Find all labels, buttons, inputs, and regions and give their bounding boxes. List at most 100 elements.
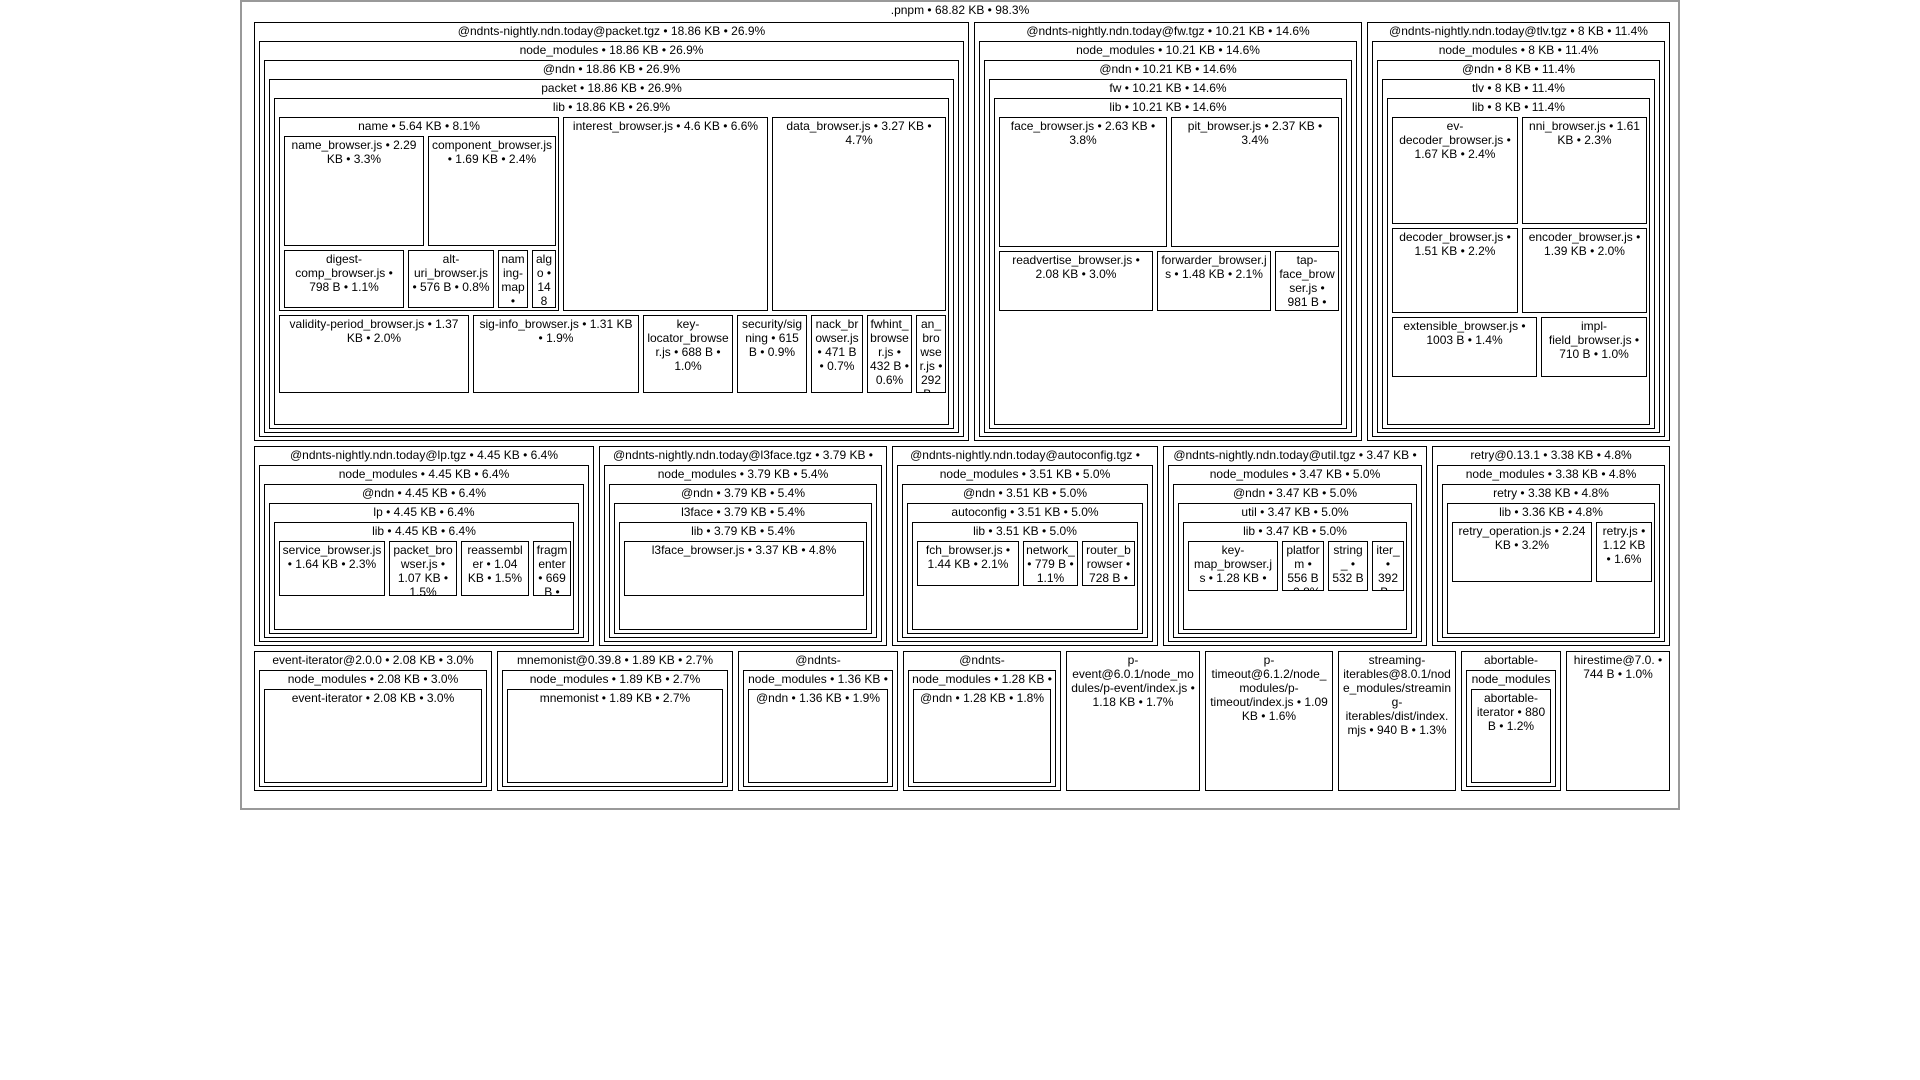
encoder-browser[interactable]: encoder_browser.js • 1.39 KB • 2.0% (1522, 228, 1647, 313)
autoconfig-tgz[interactable]: @ndnts-nightly.ndn.today@autoconfig.tgz … (892, 446, 1158, 646)
mnemonist[interactable]: mnemonist@0.39.8 • 1.89 KB • 2.7% node_m… (497, 651, 733, 791)
packet-tgz[interactable]: @ndnts-nightly.ndn.today@packet.tgz • 18… (254, 22, 969, 441)
fw-lib[interactable]: lib • 10.21 KB • 14.6% face_browser.js •… (994, 98, 1342, 425)
nni-browser[interactable]: nni_browser.js • 1.61 KB • 2.3% (1522, 117, 1647, 224)
ndnts-extra2[interactable]: @ndnts- node_modules • 1.28 KB • @ndn • … (903, 651, 1061, 791)
key-map-browser[interactable]: key-map_browser.js • 1.28 KB • (1188, 541, 1278, 591)
platform[interactable]: platform • 556 B • 0.8% (1282, 541, 1324, 591)
event-iterator[interactable]: event-iterator@2.0.0 • 2.08 KB • 3.0% no… (254, 651, 492, 791)
ab-nm[interactable]: node_modules abortable-iterator • 880 B … (1466, 670, 1556, 787)
packet-nm[interactable]: node_modules • 18.86 KB • 26.9% @ndn • 1… (259, 41, 964, 437)
extensible-browser[interactable]: extensible_browser.js • 1003 B • 1.4% (1392, 317, 1537, 377)
util-pkg[interactable]: util • 3.47 KB • 5.0% lib • 3.47 KB • 5.… (1178, 503, 1412, 634)
util-ndn[interactable]: @ndn • 3.47 KB • 5.0% util • 3.47 KB • 5… (1173, 484, 1417, 638)
lp-ndn[interactable]: @ndn • 4.45 KB • 6.4% lp • 4.45 KB • 6.4… (264, 484, 584, 638)
n1-ndn[interactable]: @ndn • 1.36 KB • 1.9% (748, 689, 888, 783)
validity-period[interactable]: validity-period_browser.js • 1.37 KB • 2… (279, 315, 469, 393)
packet-browser[interactable]: packet_browser.js • 1.07 KB • 1.5% (389, 541, 457, 596)
ei-p[interactable]: event-iterator • 2.08 KB • 3.0% (264, 689, 482, 783)
retry-nm[interactable]: node_modules • 3.38 KB • 4.8% retry • 3.… (1437, 465, 1665, 642)
hirestime[interactable]: hirestime@7.0. • 744 B • 1.0% (1566, 651, 1670, 791)
ac-lib[interactable]: lib • 3.51 KB • 5.0% fch_browser.js • 1.… (912, 522, 1138, 630)
service-browser[interactable]: service_browser.js • 1.64 KB • 2.3% (279, 541, 385, 596)
fw-tgz[interactable]: @ndnts-nightly.ndn.today@fw.tgz • 10.21 … (974, 22, 1362, 441)
packet-lib[interactable]: lib • 18.86 KB • 26.9% name • 5.64 KB • … (274, 98, 949, 425)
mn-p[interactable]: mnemonist • 1.89 KB • 2.7% (507, 689, 723, 783)
reassembler[interactable]: reassembler • 1.04 KB • 1.5% (461, 541, 529, 596)
interest-browser[interactable]: interest_browser.js • 4.6 KB • 6.6% (563, 117, 768, 311)
abortable-iterator[interactable]: abortable- node_modules abortable-iterat… (1461, 651, 1561, 791)
retry-lib[interactable]: lib • 3.36 KB • 4.8% retry_operation.js … (1447, 503, 1655, 634)
key-locator[interactable]: key-locator_browser.js • 688 B • 1.0% (643, 315, 733, 393)
tlv-pkg[interactable]: tlv • 8 KB • 11.4% lib • 8 KB • 11.4% ev… (1382, 79, 1655, 429)
mn-nm[interactable]: node_modules • 1.89 KB • 2.7% mnemonist … (502, 670, 728, 787)
n1-nm[interactable]: node_modules • 1.36 KB • @ndn • 1.36 KB … (743, 670, 893, 787)
nack-browser[interactable]: nack_browser.js • 471 B • 0.7% (811, 315, 863, 393)
component-browser[interactable]: component_browser.js • 1.69 KB • 2.4% (428, 136, 556, 246)
ab-p[interactable]: abortable-iterator • 880 B • 1.2% (1471, 689, 1551, 783)
algo[interactable]: algo • 148 (532, 250, 556, 308)
p-timeout[interactable]: p-timeout@6.1.2/node_modules/p-timeout/i… (1205, 651, 1333, 791)
fw-ndn[interactable]: @ndn • 10.21 KB • 14.6% fw • 10.21 KB • … (984, 60, 1352, 433)
util-nm[interactable]: node_modules • 3.47 KB • 5.0% @ndn • 3.4… (1168, 465, 1422, 642)
retry-op[interactable]: retry_operation.js • 2.24 KB • 3.2% (1452, 522, 1592, 582)
ei-nm[interactable]: node_modules • 2.08 KB • 3.0% event-iter… (259, 670, 487, 787)
decoder-browser[interactable]: decoder_browser.js • 1.51 KB • 2.2% (1392, 228, 1518, 313)
tlv-nm[interactable]: node_modules • 8 KB • 11.4% @ndn • 8 KB … (1372, 41, 1665, 437)
name-dir[interactable]: name • 5.64 KB • 8.1% name_browser.js • … (279, 117, 559, 311)
lp-tgz[interactable]: @ndnts-nightly.ndn.today@lp.tgz • 4.45 K… (254, 446, 594, 646)
packet-pkg[interactable]: packet • 18.86 KB • 26.9% lib • 18.86 KB… (269, 79, 954, 429)
fw-pkg[interactable]: fw • 10.21 KB • 14.6% lib • 10.21 KB • 1… (989, 79, 1347, 429)
l3face-tgz[interactable]: @ndnts-nightly.ndn.today@l3face.tgz • 3.… (599, 446, 887, 646)
l3face-nm[interactable]: node_modules • 3.79 KB • 5.4% @ndn • 3.7… (604, 465, 882, 642)
face-browser[interactable]: face_browser.js • 2.63 KB • 3.8% (999, 117, 1167, 247)
tlv-tgz[interactable]: @ndnts-nightly.ndn.today@tlv.tgz • 8 KB … (1367, 22, 1670, 441)
router-browser[interactable]: router_browser • 728 B • 1.0% (1082, 541, 1135, 586)
fwhint-browser[interactable]: fwhint_browser.js • 432 B • 0.6% (867, 315, 912, 393)
fch-browser[interactable]: fch_browser.js • 1.44 KB • 2.1% (917, 541, 1019, 586)
util-tgz[interactable]: @ndnts-nightly.ndn.today@util.tgz • 3.47… (1163, 446, 1427, 646)
network[interactable]: network_ • 779 B • 1.1% (1023, 541, 1078, 586)
alt-uri[interactable]: alt-uri_browser.js • 576 B • 0.8% (408, 250, 494, 308)
retry-pkg[interactable]: retry@0.13.1 • 3.38 KB • 4.8% node_modul… (1432, 446, 1670, 646)
digest-comp[interactable]: digest-comp_browser.js • 798 B • 1.1% (284, 250, 404, 308)
n2-ndn[interactable]: @ndn • 1.28 KB • 1.8% (913, 689, 1051, 783)
retry-js[interactable]: retry.js • 1.12 KB • 1.6% (1596, 522, 1652, 582)
lp-nm[interactable]: node_modules • 4.45 KB • 6.4% @ndn • 4.4… (259, 465, 589, 642)
fragmenter[interactable]: fragmenter • 669 B • 0.9% (533, 541, 571, 596)
name-browser[interactable]: name_browser.js • 2.29 KB • 3.3% (284, 136, 424, 246)
packet-ndn[interactable]: @ndn • 18.86 KB • 26.9% packet • 18.86 K… (264, 60, 959, 433)
tlv-lib[interactable]: lib • 8 KB • 11.4% ev-decoder_browser.js… (1387, 98, 1650, 425)
ac-nm[interactable]: node_modules • 3.51 KB • 5.0% @ndn • 3.5… (897, 465, 1153, 642)
streaming-iterables[interactable]: streaming-iterables@8.0.1/node_modules/s… (1338, 651, 1456, 791)
l3face-lib[interactable]: lib • 3.79 KB • 5.4% l3face_browser.js •… (619, 522, 867, 630)
retry-p[interactable]: retry • 3.38 KB • 4.8% lib • 3.36 KB • 4… (1442, 484, 1660, 638)
readvertise-browser[interactable]: readvertise_browser.js • 2.08 KB • 3.0% (999, 251, 1153, 311)
n2-nm[interactable]: node_modules • 1.28 KB • @ndn • 1.28 KB … (908, 670, 1056, 787)
an-browser[interactable]: an_browser.js • 292 B • 0.4% (916, 315, 946, 393)
lbl: packet_browser.js • 1.07 KB • 1.5% (390, 542, 456, 596)
util-lib[interactable]: lib • 3.47 KB • 5.0% key-map_browser.js … (1183, 522, 1407, 630)
tap-face-browser[interactable]: tap-face_browser.js • 981 B • 1.4% (1275, 251, 1339, 311)
l3face-ndn[interactable]: @ndn • 3.79 KB • 5.4% l3face • 3.79 KB •… (609, 484, 877, 638)
lp-pkg[interactable]: lp • 4.45 KB • 6.4% lib • 4.45 KB • 6.4%… (269, 503, 579, 634)
fw-nm[interactable]: node_modules • 10.21 KB • 14.6% @ndn • 1… (979, 41, 1357, 437)
naming-map[interactable]: naming-map • (498, 250, 528, 308)
pit-browser[interactable]: pit_browser.js • 2.37 KB • 3.4% (1171, 117, 1339, 247)
lp-lib[interactable]: lib • 4.45 KB • 6.4% service_browser.js … (274, 522, 574, 630)
ac-pkg[interactable]: autoconfig • 3.51 KB • 5.0% lib • 3.51 K… (907, 503, 1143, 634)
impl-field-browser[interactable]: impl-field_browser.js • 710 B • 1.0% (1541, 317, 1647, 377)
sig-info[interactable]: sig-info_browser.js • 1.31 KB • 1.9% (473, 315, 639, 393)
security-signing[interactable]: security/signing • 615 B • 0.9% (737, 315, 807, 393)
ndnts-extra1[interactable]: @ndnts- node_modules • 1.36 KB • @ndn • … (738, 651, 898, 791)
forwarder-browser[interactable]: forwarder_browser.js • 1.48 KB • 2.1% (1157, 251, 1271, 311)
ac-ndn[interactable]: @ndn • 3.51 KB • 5.0% autoconfig • 3.51 … (902, 484, 1148, 638)
tlv-ndn[interactable]: @ndn • 8 KB • 11.4% tlv • 8 KB • 11.4% l… (1377, 60, 1660, 433)
string[interactable]: string_ • 532 B • 0.7% (1328, 541, 1368, 591)
l3face-pkg[interactable]: l3face • 3.79 KB • 5.4% lib • 3.79 KB • … (614, 503, 872, 634)
data-browser[interactable]: data_browser.js • 3.27 KB • 4.7% (772, 117, 946, 311)
p-event[interactable]: p-event@6.0.1/node_modules/p-event/index… (1066, 651, 1200, 791)
iter[interactable]: iter_ • 392 B • (1372, 541, 1404, 591)
l3face-browser[interactable]: l3face_browser.js • 3.37 KB • 4.8% (624, 541, 864, 596)
ev-decoder[interactable]: ev-decoder_browser.js • 1.67 KB • 2.4% (1392, 117, 1518, 224)
